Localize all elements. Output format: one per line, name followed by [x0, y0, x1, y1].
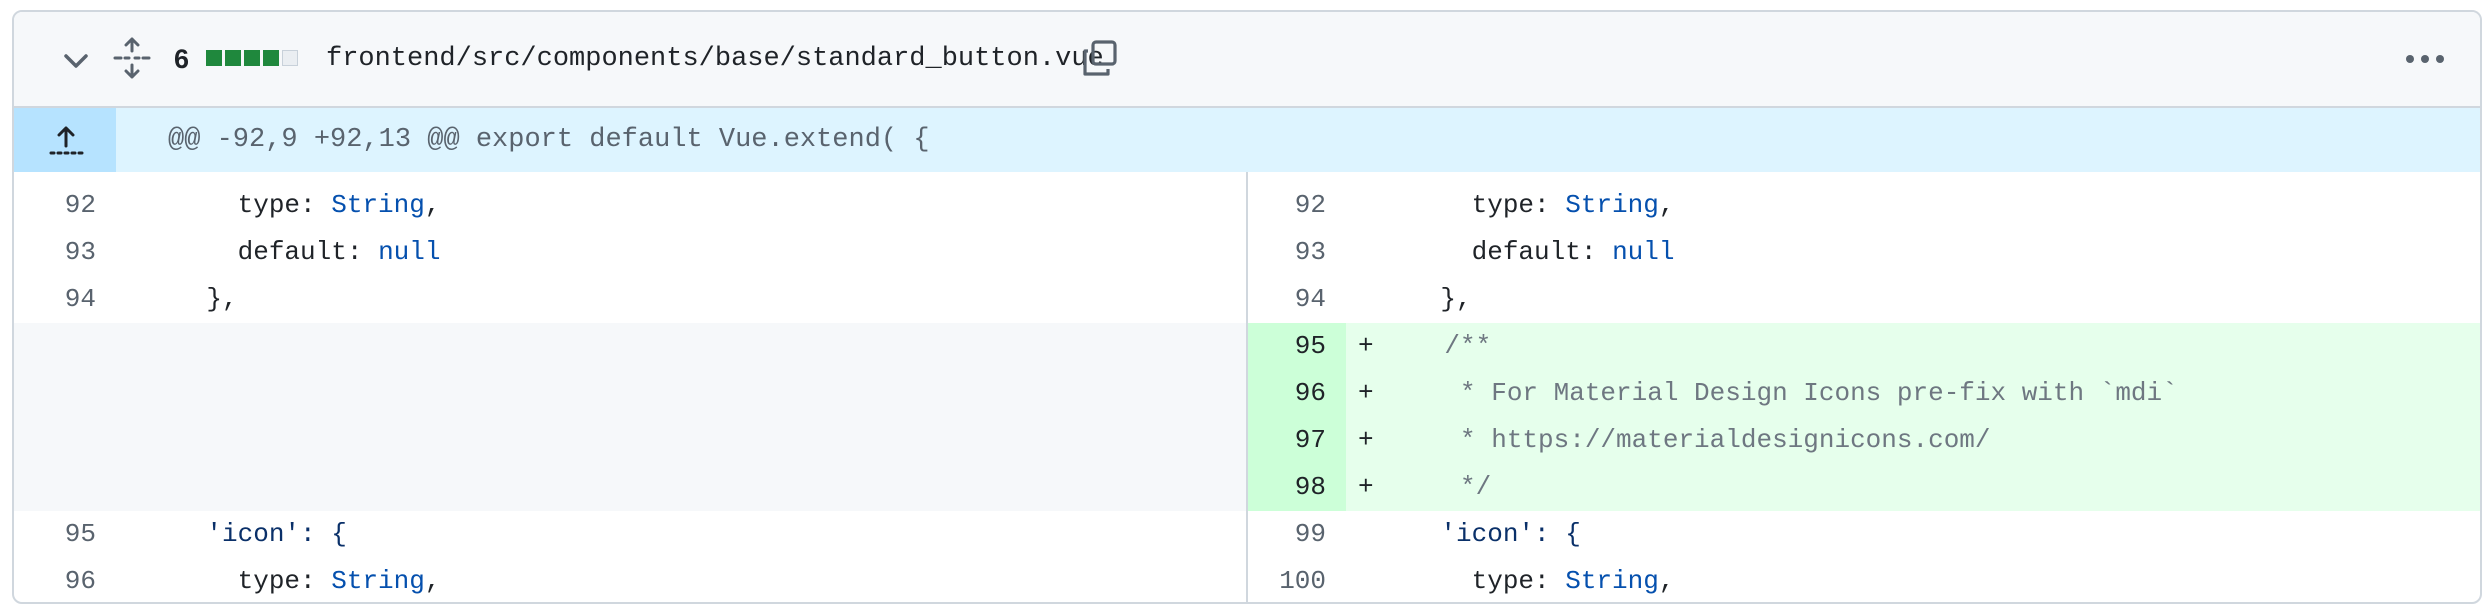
diffstat-bar — [206, 50, 298, 66]
hunk-header: @@ -92,9 +92,13 @@ export default Vue.ex… — [14, 108, 2480, 172]
added-marker: + — [1358, 378, 1374, 408]
chevron-down-icon[interactable] — [60, 49, 92, 73]
code-line: }, — [1440, 284, 1472, 314]
file-path-link[interactable]: frontend/src/components/base/standard_bu… — [326, 42, 1104, 76]
diff-row-left: 95 'icon': { — [14, 511, 1246, 558]
expand-up-icon — [49, 126, 84, 155]
code-line: type: String, — [237, 190, 441, 220]
code-line: }, — [206, 284, 238, 314]
line-number[interactable]: 95 — [1248, 323, 1346, 370]
code-line: type: String, — [1471, 190, 1675, 220]
line-number[interactable]: 92 — [14, 182, 96, 229]
line-number[interactable]: 99 — [1248, 511, 1326, 558]
diffstat-neutral-block — [282, 50, 298, 66]
code-line: default: null — [1471, 237, 1675, 267]
diff-row-added: 95 + /** — [1248, 323, 2480, 370]
line-number[interactable]: 92 — [1248, 182, 1326, 229]
diff-row-added: 98 + */ — [1248, 464, 2480, 511]
code-line: */ — [1382, 472, 1492, 502]
line-number[interactable]: 100 — [1248, 558, 1326, 602]
diff-row-added: 97 + * https://materialdesignicons.com/ — [1248, 417, 2480, 464]
copy-icon[interactable] — [1080, 36, 1120, 80]
file-header: 6 frontend/src/components/base/standard_… — [14, 12, 2480, 108]
diff-row-left: 96 type: String, — [14, 558, 1246, 602]
line-number[interactable]: 93 — [14, 229, 96, 276]
line-number[interactable]: 96 — [14, 558, 96, 602]
code-line: 'icon': { — [206, 519, 347, 549]
diff-row-left: 93 default: null — [14, 229, 1246, 276]
line-number[interactable]: 98 — [1248, 464, 1346, 511]
expand-all-icon[interactable] — [112, 36, 152, 80]
code-line: * https://materialdesignicons.com/ — [1382, 425, 1991, 455]
line-number[interactable]: 94 — [1248, 276, 1326, 323]
code-line: default: null — [237, 237, 441, 267]
added-marker: + — [1358, 331, 1374, 361]
diff-row-right: 99 'icon': { — [1248, 511, 2480, 558]
line-number[interactable]: 96 — [1248, 370, 1346, 417]
diffstat-added-block — [225, 50, 241, 66]
diff-row-left: 92 type: String, — [14, 182, 1246, 229]
diff-row-right: 93 default: null — [1248, 229, 2480, 276]
diff-row-right: 94 }, — [1248, 276, 2480, 323]
diffstat-added-block — [244, 50, 260, 66]
code-line: * For Material Design Icons pre-fix with… — [1382, 378, 2178, 408]
hunk-header-text: @@ -92,9 +92,13 @@ export default Vue.ex… — [168, 125, 930, 155]
line-number[interactable]: 93 — [1248, 229, 1326, 276]
hunk-expand-button[interactable] — [14, 108, 116, 172]
diff-row-left: 94 }, — [14, 276, 1246, 323]
diff-row-right: 100 type: String, — [1248, 558, 2480, 602]
diffstat-added-block — [263, 50, 279, 66]
code-line: type: String, — [1471, 566, 1675, 596]
diff-empty-placeholder — [14, 323, 1246, 511]
added-marker: + — [1358, 472, 1374, 502]
line-number[interactable]: 97 — [1248, 417, 1346, 464]
diffstat-added-block — [206, 50, 222, 66]
diff-row-right: 92 type: String, — [1248, 182, 2480, 229]
diff-file: 6 frontend/src/components/base/standard_… — [12, 10, 2482, 604]
code-line: type: String, — [237, 566, 441, 596]
added-marker: + — [1358, 425, 1374, 455]
diff-row-added: 96 + * For Material Design Icons pre-fix… — [1248, 370, 2480, 417]
line-number[interactable]: 95 — [14, 511, 96, 558]
code-line: /** — [1382, 331, 1492, 361]
line-number[interactable]: 94 — [14, 276, 96, 323]
code-line: 'icon': { — [1440, 519, 1581, 549]
kebab-horizontal-icon[interactable] — [2404, 52, 2446, 66]
change-count: 6 — [174, 44, 190, 74]
